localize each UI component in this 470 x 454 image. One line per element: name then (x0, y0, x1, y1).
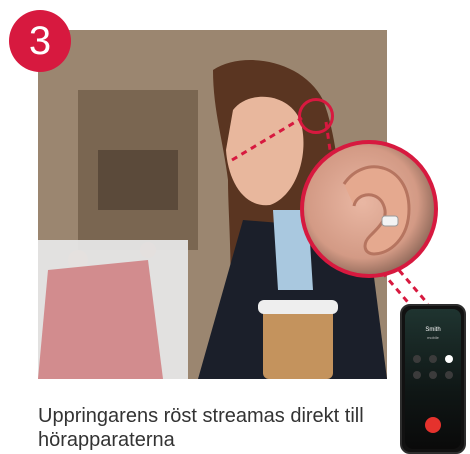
ear-zoom-circle (300, 140, 438, 278)
smartphone: Smith mobile (400, 304, 466, 454)
step-number-badge: 3 (9, 10, 71, 72)
call-screen: Smith mobile (405, 309, 461, 449)
call-controls-icon (413, 355, 453, 379)
ear-link-line (231, 116, 303, 162)
step-number: 3 (28, 19, 52, 63)
end-call-button[interactable] (425, 417, 441, 433)
caller-name: Smith (425, 327, 441, 333)
caller-status: mobile (427, 335, 439, 340)
ear-highlight-circle (298, 98, 334, 134)
hearing-aid-ear-icon (342, 165, 411, 256)
